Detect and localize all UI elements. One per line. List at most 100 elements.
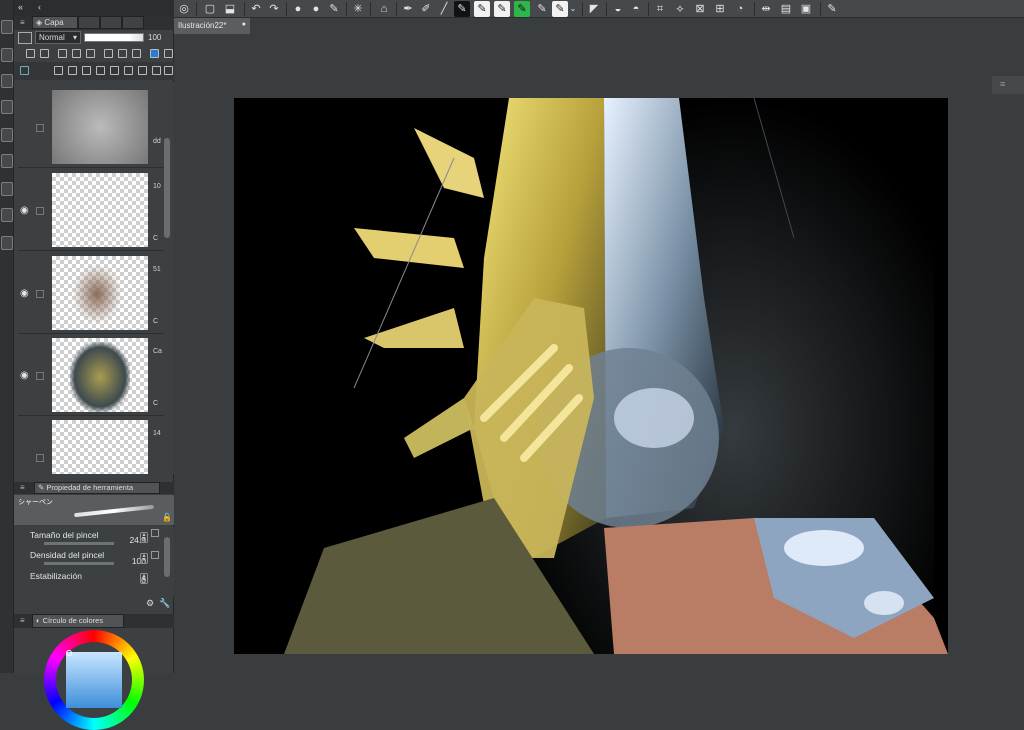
- layer-check[interactable]: [36, 124, 44, 132]
- save-icon[interactable]: ⬓: [222, 1, 238, 17]
- layer-row[interactable]: dd: [18, 86, 164, 168]
- chevron-left-icon[interactable]: ‹: [38, 2, 41, 12]
- animation-icon[interactable]: [1, 236, 13, 250]
- property-scrollbar[interactable]: [164, 537, 170, 577]
- transfer-icon[interactable]: [96, 66, 105, 75]
- document-tab[interactable]: Ilustración22* ●: [174, 18, 250, 34]
- ink-drop-2-icon[interactable]: ●: [308, 1, 324, 17]
- fill-icon[interactable]: [124, 66, 133, 75]
- tab-capa[interactable]: ◈ Capa: [32, 16, 78, 29]
- wrench-icon[interactable]: 🔧: [159, 598, 170, 609]
- new-vector-icon[interactable]: [68, 66, 77, 75]
- material-icon[interactable]: [1, 100, 13, 114]
- edit-icon[interactable]: ✎: [824, 1, 840, 17]
- layer-check[interactable]: [36, 454, 44, 462]
- history-icon[interactable]: [1, 154, 13, 168]
- layer-row[interactable]: ◉ 51 C: [18, 252, 164, 334]
- settings-icon[interactable]: ⚙: [146, 598, 154, 609]
- tab-tool-property[interactable]: ✎ Propiedad de herramienta: [34, 482, 160, 494]
- lock-alpha-icon[interactable]: [86, 49, 95, 58]
- navigator-icon[interactable]: [1, 48, 13, 62]
- layer-color-icon[interactable]: [18, 32, 32, 44]
- fill-half-icon[interactable]: ◒: [610, 1, 626, 17]
- grid-icon[interactable]: ⊞: [712, 1, 728, 17]
- tab-color-circle[interactable]: ◐ Círculo de colores: [32, 614, 124, 628]
- eye-icon[interactable]: ◉: [20, 370, 29, 381]
- black-pen-icon[interactable]: ✎: [454, 1, 470, 17]
- redo-icon[interactable]: ↷: [266, 1, 282, 17]
- lock-icon[interactable]: 🔓: [162, 513, 172, 522]
- menu-icon[interactable]: ≡: [20, 483, 25, 492]
- tab-3[interactable]: [100, 16, 122, 29]
- blue-swatch-icon[interactable]: [150, 49, 159, 58]
- delete-layer-icon[interactable]: [152, 66, 161, 75]
- color-icon[interactable]: [132, 49, 141, 58]
- stamp-icon[interactable]: ⌂: [376, 1, 392, 17]
- panel-toggle[interactable]: ≡: [992, 76, 1024, 94]
- pen-dropdown-icon[interactable]: ✎: [552, 1, 568, 17]
- blend-mode-select[interactable]: Normal ▾: [35, 31, 81, 44]
- layer-check[interactable]: [36, 372, 44, 380]
- paste-icon[interactable]: ▣: [798, 1, 814, 17]
- reference-icon[interactable]: [40, 49, 49, 58]
- new-raster-icon[interactable]: [54, 66, 63, 75]
- density-stepper[interactable]: ▴ ▾: [140, 553, 148, 564]
- info-icon[interactable]: [1, 128, 13, 142]
- opacity-slider[interactable]: [84, 33, 144, 42]
- flip-icon[interactable]: ⇹: [758, 1, 774, 17]
- undo-icon[interactable]: ↶: [248, 1, 264, 17]
- layer-scrollbar[interactable]: [164, 138, 170, 238]
- clip-icon[interactable]: [26, 49, 35, 58]
- combine-icon[interactable]: [110, 66, 119, 75]
- menu-icon[interactable]: ≡: [20, 616, 25, 625]
- layer-check[interactable]: [36, 207, 44, 215]
- transform-icon[interactable]: ⟡: [672, 1, 688, 17]
- more-icon[interactable]: [164, 49, 173, 58]
- density-slider[interactable]: [44, 562, 114, 565]
- triangle-icon[interactable]: ◤: [586, 1, 602, 17]
- density-dropdown-icon[interactable]: [151, 551, 159, 559]
- new-icon[interactable]: ▢: [202, 1, 218, 17]
- search-layer-icon[interactable]: [1, 208, 13, 222]
- rotate-icon[interactable]: ◔: [732, 1, 748, 17]
- brush-size-stepper[interactable]: ▴ ▾: [140, 532, 148, 543]
- mask-add-icon[interactable]: [138, 66, 147, 75]
- chevron-down-icon[interactable]: ⌄: [568, 1, 578, 17]
- mask-icon[interactable]: [104, 49, 113, 58]
- transparent-pen-icon[interactable]: ✎: [494, 1, 510, 17]
- eye-icon[interactable]: ◉: [20, 288, 29, 299]
- stabilization-stepper[interactable]: ▴ ▾: [140, 573, 148, 584]
- tab-2[interactable]: [78, 16, 100, 29]
- ruler-icon[interactable]: [118, 49, 127, 58]
- fill-half-2-icon[interactable]: ◓: [628, 1, 644, 17]
- new-folder-icon[interactable]: [82, 66, 91, 75]
- green-pen-icon[interactable]: ✎: [514, 1, 530, 17]
- layer-row[interactable]: ◉ Ca C: [18, 334, 164, 416]
- lock-icon[interactable]: [72, 49, 81, 58]
- line-icon[interactable]: ╱: [436, 1, 452, 17]
- draft-icon[interactable]: [58, 49, 67, 58]
- menu-icon[interactable]: ≡: [20, 18, 25, 27]
- white-pen-icon[interactable]: ✎: [474, 1, 490, 17]
- layer-check[interactable]: [36, 290, 44, 298]
- layer-property-icon[interactable]: [1, 182, 13, 196]
- subview-icon[interactable]: [1, 74, 13, 88]
- layer-list-icon[interactable]: [20, 66, 29, 75]
- trash-icon[interactable]: [164, 66, 173, 75]
- sparkle-icon[interactable]: ✳: [350, 1, 366, 17]
- app-icon[interactable]: ◎: [176, 1, 192, 17]
- ink-drop-icon[interactable]: ●: [290, 1, 306, 17]
- layer-row[interactable]: 14: [18, 416, 164, 474]
- layer-copy-icon[interactable]: ▤: [778, 1, 794, 17]
- crop-icon[interactable]: ⌗: [652, 1, 668, 17]
- color-square[interactable]: [66, 652, 122, 708]
- brush-size-slider[interactable]: [44, 542, 114, 545]
- size-dropdown-icon[interactable]: [151, 529, 159, 537]
- zoom-icon[interactable]: [1, 20, 13, 34]
- eraser-pen-icon[interactable]: ✐: [418, 1, 434, 17]
- artwork-canvas[interactable]: [234, 98, 948, 654]
- color-wheel[interactable]: [44, 630, 144, 730]
- pen-outline-icon[interactable]: ✎: [534, 1, 550, 17]
- tab-4[interactable]: [122, 16, 144, 29]
- pen-icon[interactable]: ✎: [326, 1, 342, 17]
